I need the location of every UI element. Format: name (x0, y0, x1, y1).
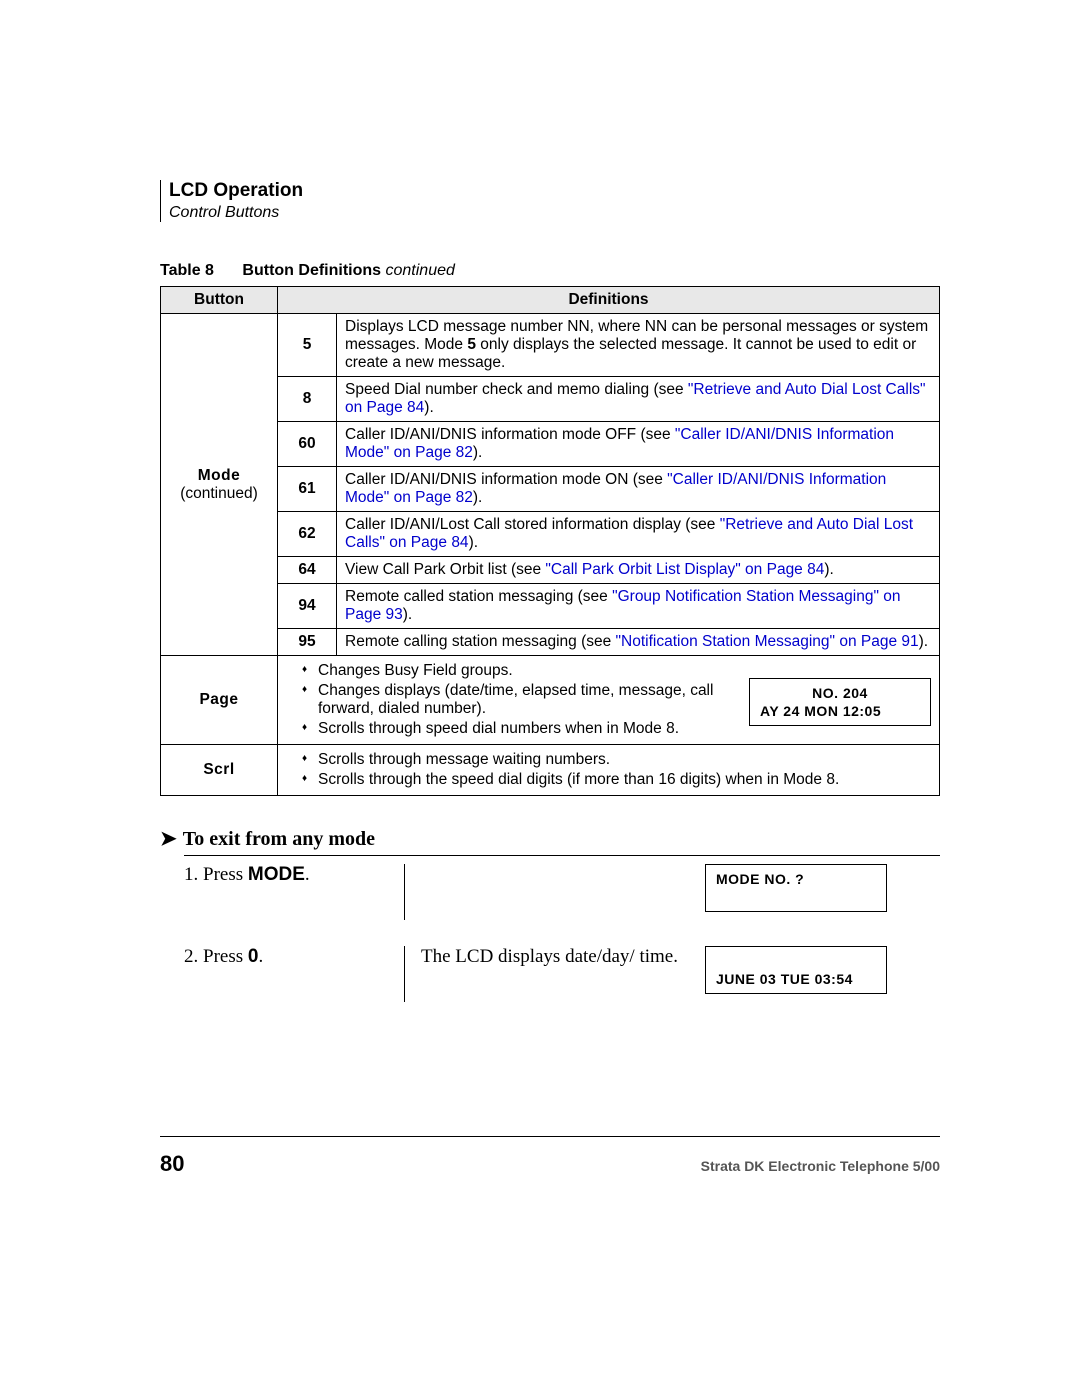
th-definitions: Definitions (278, 287, 940, 314)
page-header: LCD Operation Control Buttons (160, 180, 940, 222)
button-definitions-table: Button Definitions Mode (continued) 5 Di… (160, 286, 940, 796)
th-button: Button (161, 287, 278, 314)
cell-def: Caller ID/ANI/DNIS information mode ON (… (337, 467, 940, 512)
cell-page-def: Changes Busy Field groups. Changes displ… (278, 656, 940, 745)
cell-def: Displays LCD message number NN, where NN… (337, 314, 940, 377)
procedure-row: 1. Press MODE. MODE NO. ? (184, 864, 940, 920)
cell-num: 95 (278, 629, 337, 656)
cell-scrl-button: Scrl (161, 745, 278, 796)
lcd-display: MODE NO. ? (705, 864, 887, 912)
table-caption: Table 8 Button Definitions continued (160, 262, 940, 280)
cell-num: 61 (278, 467, 337, 512)
procedure-steps: 1. Press MODE. MODE NO. ? 2. Press 0. Th… (184, 855, 940, 1002)
cell-scrl-def: Scrolls through message waiting numbers.… (278, 745, 940, 796)
cell-num: 5 (278, 314, 337, 377)
cell-def: Speed Dial number check and memo dialing… (337, 377, 940, 422)
footer-rule (160, 1136, 940, 1137)
cross-ref-link[interactable]: "Call Park Orbit List Display" on Page 8… (545, 561, 824, 578)
cell-num: 8 (278, 377, 337, 422)
bullet-item: Changes displays (date/time, elapsed tim… (304, 682, 741, 718)
procedure-row: 2. Press 0. The LCD displays date/day/ t… (184, 946, 940, 1002)
cell-def: Remote calling station messaging (see "N… (337, 629, 940, 656)
bullet-item: Scrolls through the speed dial digits (i… (304, 771, 931, 789)
cell-def: Caller ID/ANI/Lost Call stored informati… (337, 512, 940, 557)
page-number: 80 (160, 1151, 184, 1177)
cell-def: Remote called station messaging (see "Gr… (337, 584, 940, 629)
cell-def: Caller ID/ANI/DNIS information mode OFF … (337, 422, 940, 467)
cross-ref-link[interactable]: "Notification Station Messaging" on Page… (616, 633, 919, 650)
step-desc: The LCD displays date/day/ time. (405, 946, 697, 968)
bullet-item: Scrolls through message waiting numbers. (304, 751, 931, 769)
cell-num: 94 (278, 584, 337, 629)
cell-def: View Call Park Orbit list (see "Call Par… (337, 557, 940, 584)
cell-mode-button: Mode (continued) (161, 314, 278, 656)
section-title: LCD Operation (169, 180, 940, 202)
step-action: 1. Press MODE. (184, 864, 405, 920)
bullet-item: Scrolls through speed dial numbers when … (304, 720, 741, 738)
footer-text: Strata DK Electronic Telephone 5/00 (701, 1158, 940, 1174)
cell-page-button: Page (161, 656, 278, 745)
cell-num: 62 (278, 512, 337, 557)
arrow-icon: ➤ (160, 828, 177, 850)
bullet-item: Changes Busy Field groups. (304, 662, 741, 680)
lcd-display: JUNE 03 TUE 03:54 (705, 946, 887, 994)
cell-num: 60 (278, 422, 337, 467)
document-page: LCD Operation Control Buttons Table 8 Bu… (0, 0, 1080, 1397)
cell-num: 64 (278, 557, 337, 584)
procedure-heading: ➤To exit from any mode (160, 826, 940, 851)
section-subtitle: Control Buttons (169, 204, 940, 222)
lcd-display: NO. 204 AY 24 MON 12:05 (749, 678, 931, 726)
step-action: 2. Press 0. (184, 946, 405, 1002)
